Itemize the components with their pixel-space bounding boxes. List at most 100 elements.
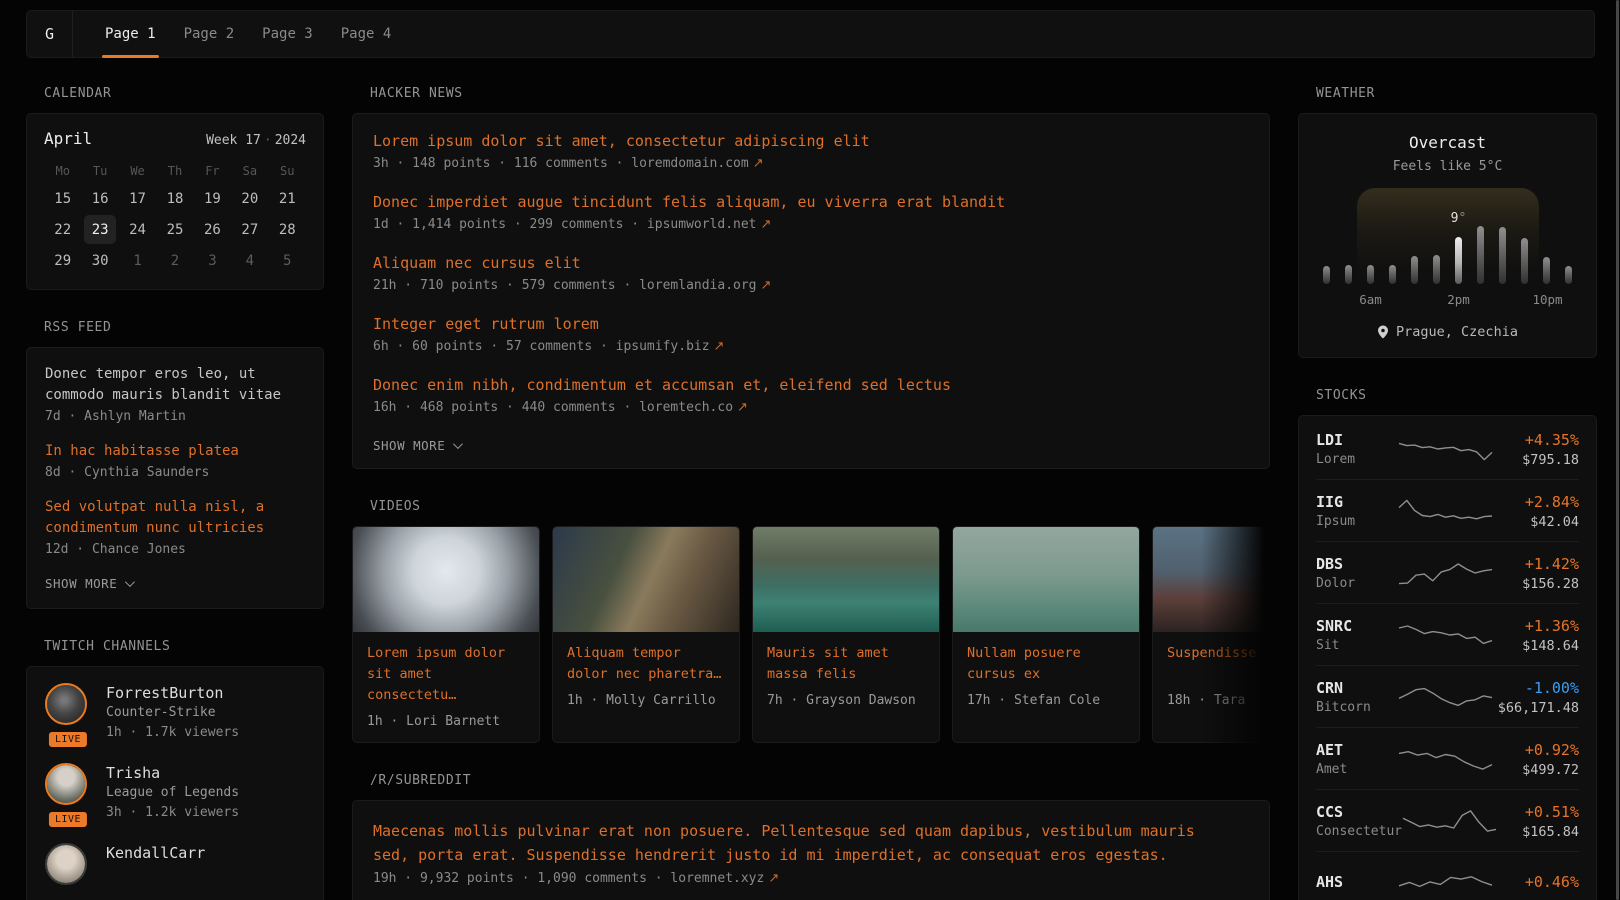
twitch-avatar-wrap	[45, 843, 91, 885]
hackernews-section: HACKER NEWS Lorem ipsum dolor sit amet, …	[352, 86, 1270, 469]
tab-page-4[interactable]: Page 4	[327, 11, 406, 57]
weather-bar	[1565, 266, 1572, 284]
video-thumbnail[interactable]	[753, 527, 939, 632]
stock-values: +4.35% $795.18	[1493, 431, 1579, 468]
app-logo[interactable]: G	[27, 11, 73, 57]
calendar-month-label: April	[44, 129, 92, 148]
rss-item-title[interactable]: Donec tempor eros leo, ut commodo mauris…	[45, 364, 305, 406]
stock-ticker[interactable]: AHS	[1316, 873, 1398, 891]
video-title[interactable]: Lorem ipsum dolor sit amet consectetu…	[353, 632, 539, 706]
twitch-avatar[interactable]	[45, 683, 87, 725]
video-thumbnail[interactable]	[353, 527, 539, 632]
rss-item: Donec tempor eros leo, ut commodo mauris…	[45, 364, 305, 424]
rss-item: Sed volutpat nulla nisl, a condimentum n…	[45, 497, 305, 557]
hn-item-meta[interactable]: 21h · 710 points · 579 comments · loreml…	[373, 278, 1249, 293]
video-card: Aliquam tempor dolor nec pharetra… 1h · …	[552, 526, 740, 743]
hn-item-meta[interactable]: 3h · 148 points · 116 comments · loremdo…	[373, 156, 1249, 171]
video-title[interactable]: Aliquam tempor dolor nec pharetra…	[553, 632, 739, 685]
weather-time-axis: 6am2pm10pm	[1323, 292, 1573, 308]
stock-values: +1.36% $148.64	[1493, 617, 1579, 654]
reddit-post-meta[interactable]: 19h · 9,932 points · 1,090 comments · lo…	[373, 871, 1249, 886]
stock-change: +0.51%	[1497, 803, 1579, 821]
stock-ticker[interactable]: LDI	[1316, 431, 1398, 449]
rss-show-more-button[interactable]: SHOW MORE	[45, 576, 132, 591]
hn-item-title[interactable]: Integer eget rutrum lorem	[373, 314, 1249, 335]
stock-id: LDI Lorem	[1316, 431, 1398, 467]
twitch-avatar[interactable]	[45, 763, 87, 805]
twitch-avatar-wrap: LIVE	[45, 683, 91, 743]
hn-item-title[interactable]: Aliquam nec cursus elit	[373, 253, 1249, 274]
calendar-weekday-label: Fr	[194, 159, 231, 183]
video-card: Nullam posuere cursus ex 17h · Stefan Co…	[952, 526, 1140, 743]
stock-sparkline	[1398, 492, 1493, 530]
stock-row: DBS Dolor +1.42% $156.28	[1316, 541, 1579, 603]
calendar-year: 2024	[275, 133, 306, 148]
twitch-channel-name[interactable]: Trisha	[106, 763, 239, 783]
tab-page-1[interactable]: Page 1	[91, 11, 170, 57]
rss-item: In hac habitasse platea 8d · Cynthia Sau…	[45, 441, 305, 480]
rss-item-title[interactable]: Sed volutpat nulla nisl, a condimentum n…	[45, 497, 305, 539]
videos-section: VIDEOS Lorem ipsum dolor sit amet consec…	[352, 499, 1270, 743]
weather-chart-bars	[1323, 226, 1573, 284]
stock-ticker[interactable]: IIG	[1316, 493, 1398, 511]
hn-item-title[interactable]: Donec imperdiet augue tincidunt felis al…	[373, 192, 1249, 213]
twitch-channel-name[interactable]: KendallCarr	[106, 843, 205, 863]
rss-section-title: RSS FEED	[44, 320, 324, 335]
video-meta: 7h · Grayson Dawson	[753, 685, 939, 721]
reddit-post-title[interactable]: Maecenas mollis pulvinar erat non posuer…	[373, 819, 1223, 867]
hn-item: Lorem ipsum dolor sit amet, consectetur …	[373, 131, 1249, 171]
calendar-day: 18	[156, 183, 193, 214]
weather-feels-like: Feels like 5°C	[1317, 159, 1578, 174]
stock-ticker[interactable]: CCS	[1316, 803, 1402, 821]
twitch-channel-row: LIVE Trisha League of Legends 3h · 1.2k …	[45, 763, 305, 823]
twitch-channel-game: League of Legends	[106, 783, 239, 803]
external-link-icon: ↗	[710, 339, 725, 354]
chevron-down-icon	[125, 577, 135, 587]
hn-item-meta[interactable]: 16h · 468 points · 440 comments · loremt…	[373, 400, 1249, 415]
hn-item-title[interactable]: Lorem ipsum dolor sit amet, consectetur …	[373, 131, 1249, 152]
video-thumbnail[interactable]	[553, 527, 739, 632]
hackernews-section-title: HACKER NEWS	[370, 86, 1270, 101]
reddit-post-meta-text: 19h · 9,932 points · 1,090 comments · lo…	[373, 871, 764, 886]
tab-page-2[interactable]: Page 2	[170, 11, 249, 57]
video-title[interactable]: Mauris sit amet massa felis	[753, 632, 939, 685]
tab-page-3[interactable]: Page 3	[248, 11, 327, 57]
stock-id: IIG Ipsum	[1316, 493, 1398, 529]
video-card: Lorem ipsum dolor sit amet consectetu… 1…	[352, 526, 540, 743]
stock-ticker[interactable]: SNRC	[1316, 617, 1398, 635]
videos-row: Lorem ipsum dolor sit amet consectetu… 1…	[352, 526, 1270, 743]
calendar-day: 16	[81, 183, 118, 214]
stock-price: $156.28	[1493, 576, 1579, 592]
videos-carousel: Lorem ipsum dolor sit amet consectetu… 1…	[352, 526, 1270, 743]
video-thumbnail[interactable]	[1153, 527, 1270, 632]
rss-section: RSS FEED Donec tempor eros leo, ut commo…	[26, 320, 324, 609]
hn-item-meta[interactable]: 6h · 60 points · 57 comments · ipsumify.…	[373, 339, 1249, 354]
rss-item-title[interactable]: In hac habitasse platea	[45, 441, 305, 462]
video-title[interactable]: Nullam posuere cursus ex	[953, 632, 1139, 685]
twitch-avatar[interactable]	[45, 843, 87, 885]
page-scrollbar[interactable]	[1616, 0, 1619, 900]
twitch-channel-info: Trisha League of Legends 3h · 1.2k viewe…	[106, 763, 239, 823]
stock-row: SNRC Sit +1.36% $148.64	[1316, 603, 1579, 665]
hn-item-meta[interactable]: 1d · 1,414 points · 299 comments · ipsum…	[373, 217, 1249, 232]
stock-sparkline	[1398, 554, 1493, 592]
stock-id: SNRC Sit	[1316, 617, 1398, 653]
weather-section: WEATHER Overcast Feels like 5°C 9° 6am2p…	[1298, 86, 1597, 358]
stock-ticker[interactable]: DBS	[1316, 555, 1398, 573]
dashboard-page: G Page 1 Page 2 Page 3 Page 4 CALENDAR A…	[0, 0, 1620, 900]
twitch-channel-name[interactable]: ForrestBurton	[106, 683, 239, 703]
video-thumbnail[interactable]	[953, 527, 1139, 632]
stock-name: Lorem	[1316, 452, 1398, 467]
hn-item-title[interactable]: Donec enim nibh, condimentum et accumsan…	[373, 375, 1249, 396]
stock-ticker[interactable]: AET	[1316, 741, 1398, 759]
weather-location: Prague, Czechia	[1317, 324, 1578, 340]
stock-name: Sit	[1316, 638, 1398, 653]
stock-change: +1.36%	[1493, 617, 1579, 635]
stock-change: +0.46%	[1493, 873, 1579, 891]
stock-values: +0.92% $499.72	[1493, 741, 1579, 778]
hn-show-more-button[interactable]: SHOW MORE	[373, 438, 460, 453]
calendar-day: 25	[156, 214, 193, 245]
calendar-week-label: Week 17·2024	[206, 133, 306, 148]
video-title[interactable]: Suspendisse diam	[1153, 632, 1270, 685]
stock-ticker[interactable]: CRN	[1316, 679, 1398, 697]
